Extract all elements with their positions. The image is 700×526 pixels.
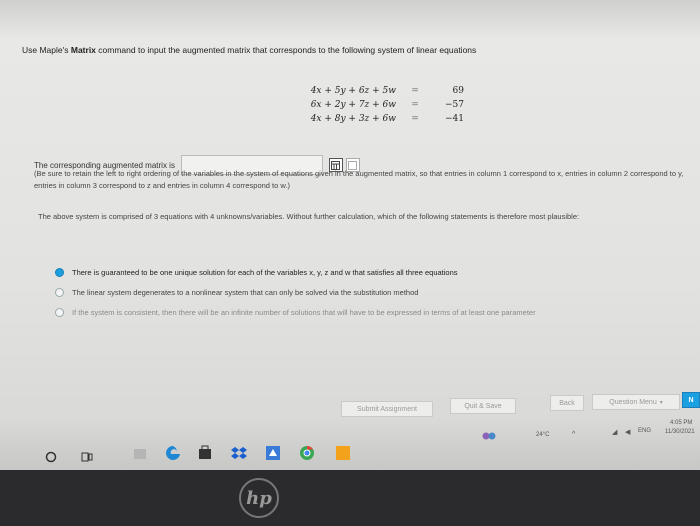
equation-row: 4x + 8y + 3z + 6w = −41 [300,112,464,126]
store-icon[interactable] [196,444,214,462]
next-button[interactable]: N [682,392,700,408]
task-view-icon[interactable] [80,450,94,464]
start-icon[interactable] [44,450,58,464]
option-nonlinear[interactable]: The linear system degenerates to a nonli… [55,282,536,302]
question-bold: Matrix [70,45,96,55]
submit-assignment-button[interactable]: Submit Assignment [341,401,433,417]
weather-text[interactable]: 24°C [536,432,549,438]
volume-icon[interactable]: ◀ [625,428,630,436]
app-icon[interactable] [264,444,282,462]
equation-rhs: −41 [445,114,464,124]
question-text: Use Maple's Matrix command to input the … [22,45,476,55]
equation-row: 4x + 5y + 6z + 5w = 69 [300,84,464,98]
mail-icon[interactable] [334,444,352,462]
browser-top-strip [0,0,700,38]
radio-icon[interactable] [55,307,64,317]
option-label: If the system is consistent, then there … [72,307,536,317]
question-menu-button[interactable]: Question Menu ▾ [592,394,680,410]
equation-lhs: 6x + 2y + 7z + 6w [310,100,396,110]
question-prefix: Use Maple's [22,45,71,55]
radio-icon[interactable] [55,287,64,297]
ordering-note: (Be sure to retain the left to right ord… [34,169,684,190]
edge-icon[interactable] [164,444,182,462]
equation-lhs: 4x + 5y + 6z + 5w [310,86,396,96]
equation-relation: = [411,100,419,110]
equation-relation: = [411,114,419,124]
chevron-down-icon: ▾ [659,399,663,406]
hp-logo: hp [239,478,279,518]
equation-row: 6x + 2y + 7z + 6w = −57 [300,98,464,112]
option-label: The linear system degenerates to a nonli… [72,287,419,297]
pinned-app-icon[interactable] [132,446,148,462]
back-button[interactable]: Back [550,395,584,411]
option-unique-solution[interactable]: There is guaranteed to be one unique sol… [55,262,536,282]
equation-relation: = [411,86,419,96]
radio-selected-icon[interactable] [55,267,64,277]
network-icon[interactable]: ◢ [612,428,617,436]
system-statement: The above system is comprised of 3 equat… [38,212,580,221]
screen: Use Maple's Matrix command to input the … [0,0,700,470]
chevron-up-icon[interactable]: ^ [572,431,575,438]
option-label: There is guaranteed to be one unique sol… [72,267,458,277]
dropbox-icon[interactable] [230,444,248,462]
equation-rhs: −57 [445,100,464,110]
answer-options: There is guaranteed to be one unique sol… [55,262,536,322]
quit-save-button[interactable]: Quit & Save [450,398,516,414]
equation-system: 4x + 5y + 6z + 5w = 69 6x + 2y + 7z + 6w… [300,84,464,126]
question-suffix: command to input the augmented matrix th… [95,45,477,55]
equation-lhs: 4x + 8y + 3z + 6w [310,114,396,124]
tray-app-icon[interactable] [482,430,502,444]
laptop-bezel [0,470,700,526]
chrome-icon[interactable] [298,444,316,462]
question-menu-label: Question Menu [609,398,657,406]
equation-rhs: 69 [452,86,464,96]
language-indicator[interactable]: ENG [638,428,651,434]
clock-time[interactable]: 4:05 PM [670,420,692,426]
clock-date[interactable]: 11/30/2021 [665,429,695,435]
option-infinite-solutions[interactable]: If the system is consistent, then there … [55,302,536,322]
